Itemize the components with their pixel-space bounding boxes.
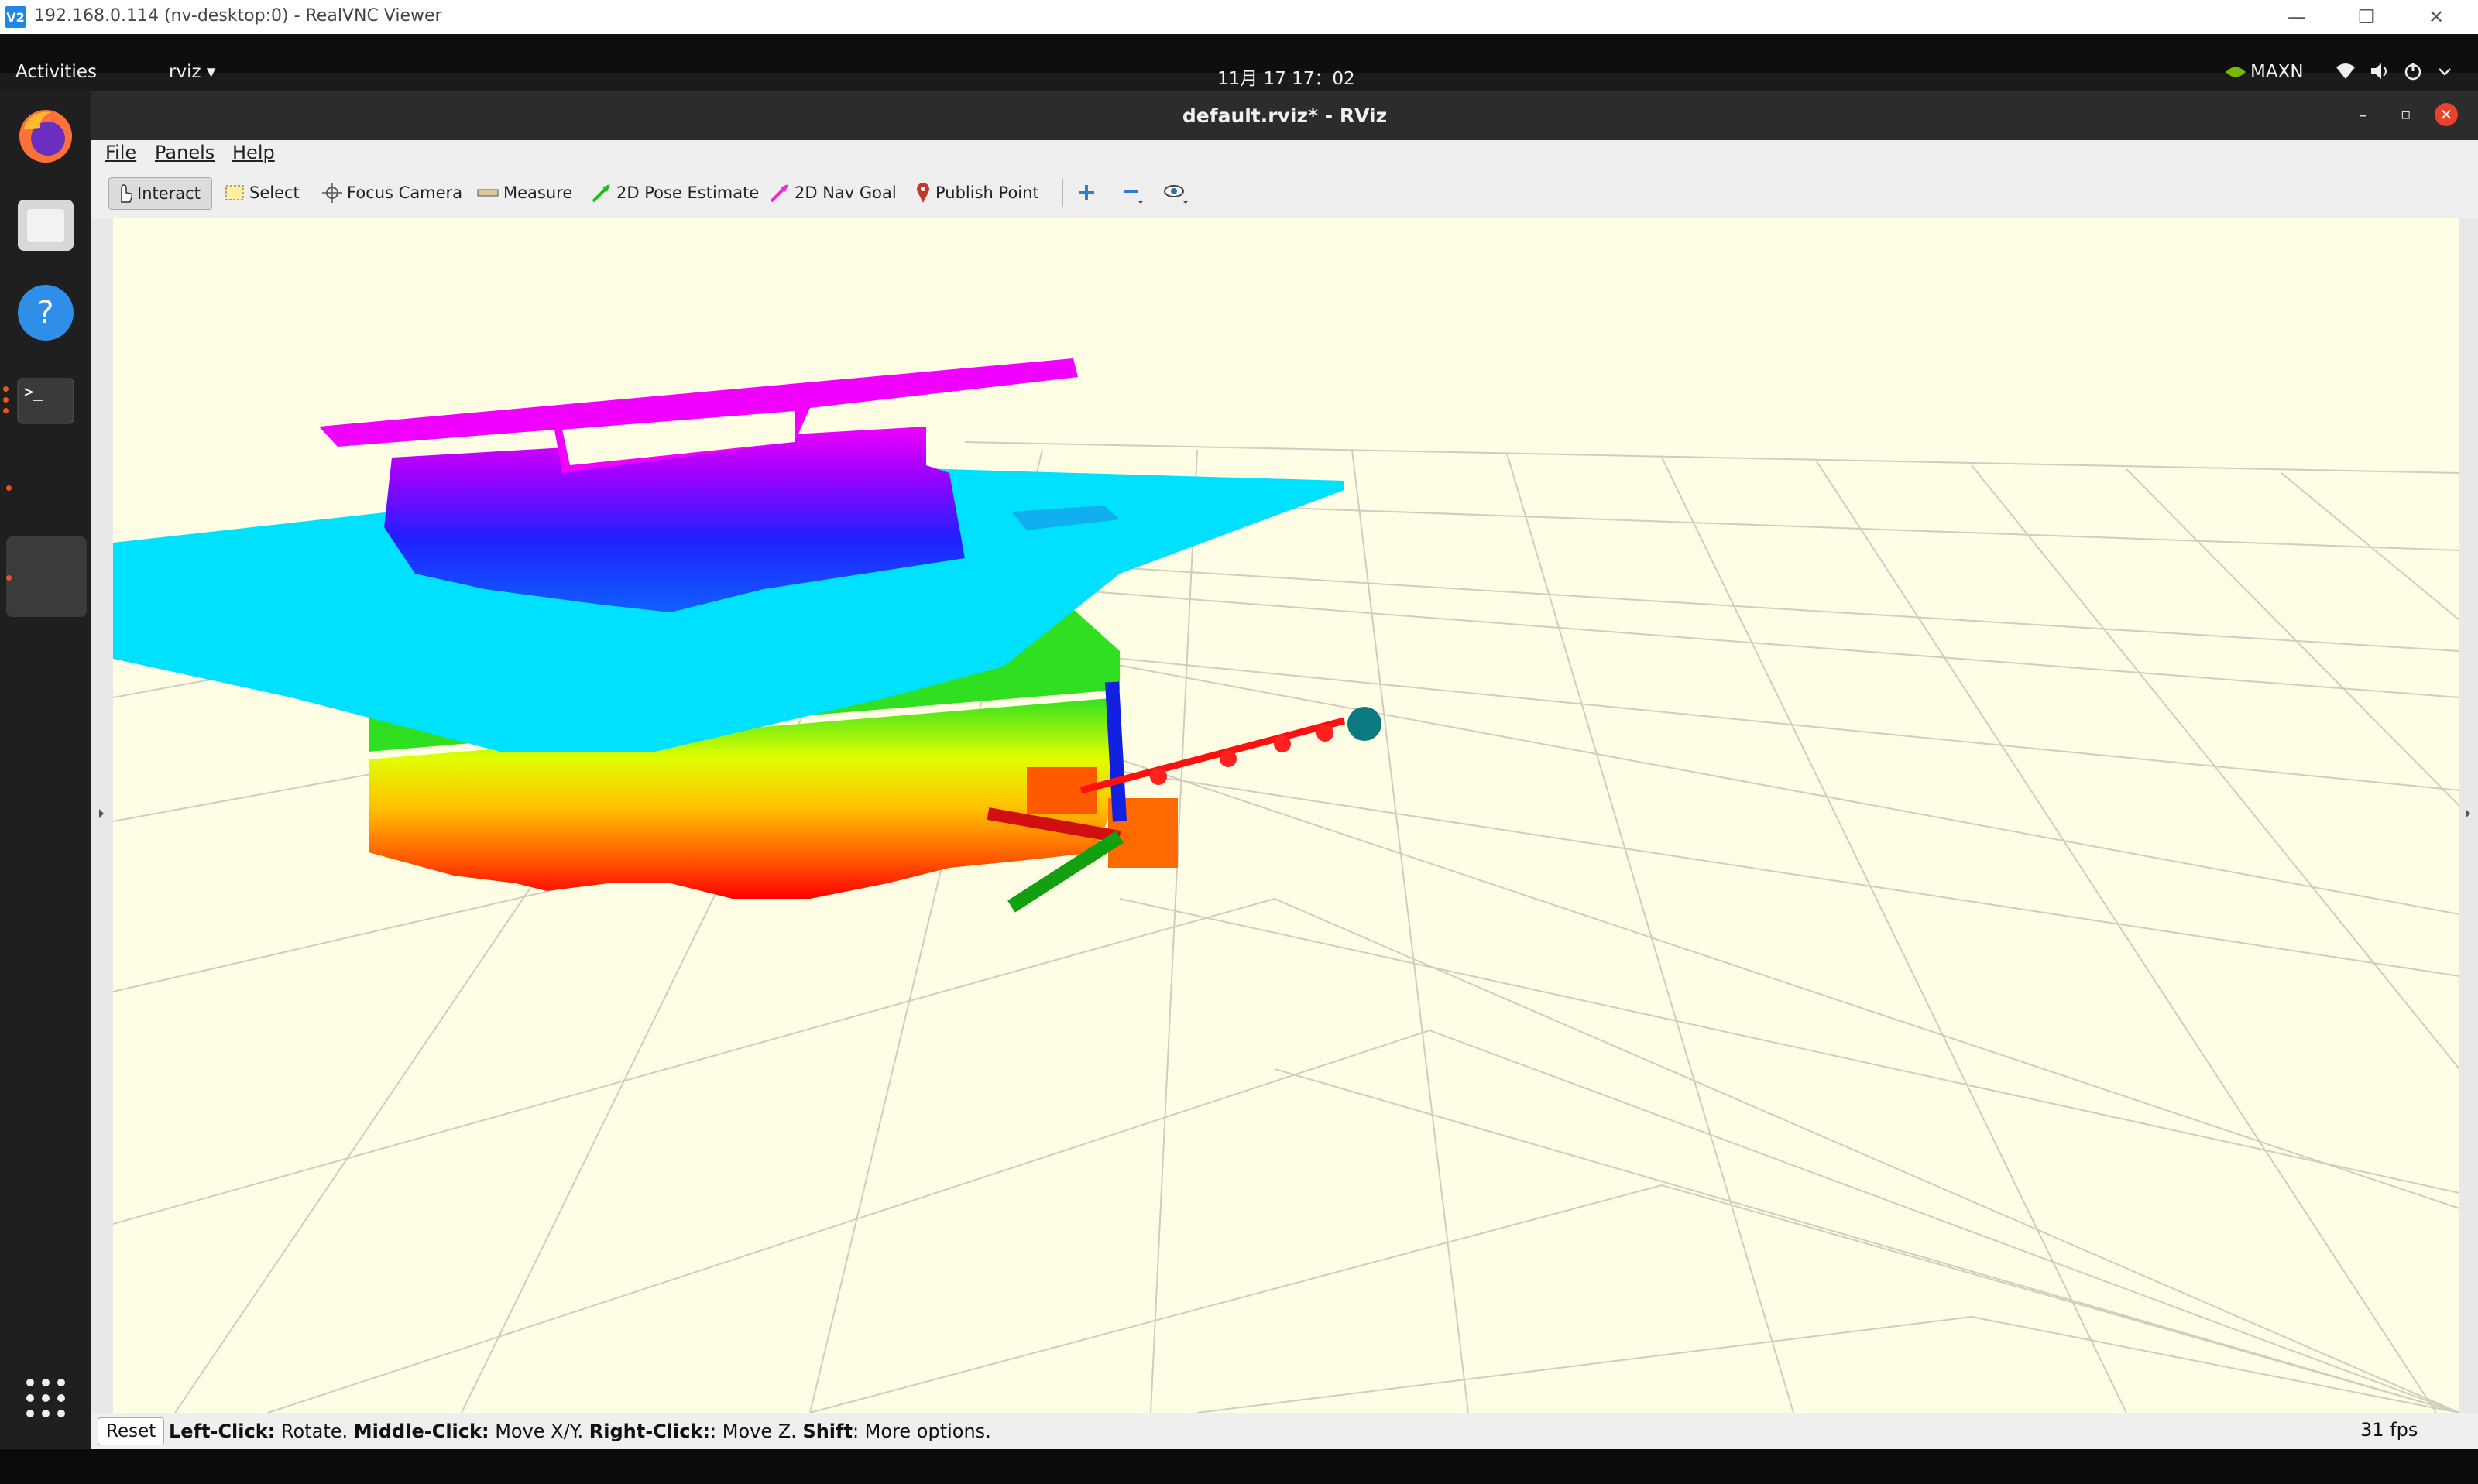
scene xyxy=(113,358,2459,1413)
power-mode-label: MAXN xyxy=(2250,62,2304,82)
status-area[interactable]: MAXN xyxy=(2224,62,2304,82)
files-icon xyxy=(18,200,74,251)
terminal-icon: >_ xyxy=(17,378,74,424)
plus-icon xyxy=(1079,185,1094,200)
menu-help[interactable]: Help xyxy=(232,142,275,163)
3d-render-view[interactable] xyxy=(113,218,2459,1413)
dock-help[interactable]: ? xyxy=(8,275,84,351)
tool-bar: Interact Select Focus Camera Measure 2D … xyxy=(91,168,2478,218)
menu-bar: File Panels Help xyxy=(91,140,2478,169)
view-tool-button[interactable] xyxy=(1163,177,1189,208)
right-dock-toggle-icon[interactable] xyxy=(2464,806,2473,821)
clock[interactable]: 11月 17 17：02 xyxy=(1217,63,1355,90)
vnc-restore-button[interactable]: ❐ xyxy=(2343,3,2390,31)
tool-interact[interactable]: Interact xyxy=(108,177,212,210)
hint-key: Shift xyxy=(802,1421,853,1442)
bottom-strip xyxy=(0,1449,2478,1484)
volume-icon xyxy=(2371,63,2387,79)
dock-firefox[interactable] xyxy=(8,98,84,174)
dock-rviz-active[interactable] xyxy=(6,536,87,617)
running-indicator xyxy=(3,408,9,413)
pink-arrow-icon xyxy=(770,184,788,203)
tool-label: Publish Point xyxy=(935,183,1039,202)
vnc-title-bar: V2 192.168.0.114 (nv-desktop:0) - RealVN… xyxy=(0,0,2478,34)
hint-text: Move X/Y. xyxy=(489,1421,589,1442)
tool-label: Select xyxy=(249,183,300,202)
interaction-hint: Left-Click: Rotate. Middle-Click: Move X… xyxy=(169,1421,991,1442)
toolbar-separator xyxy=(1062,179,1063,207)
minus-icon xyxy=(1124,190,1143,204)
left-dock-toggle-icon[interactable] xyxy=(98,806,107,821)
tool-label: Focus Camera xyxy=(347,183,463,202)
activities-button[interactable]: Activities xyxy=(15,62,97,82)
running-indicator xyxy=(6,485,12,491)
tool-2d-nav-goal[interactable]: 2D Nav Goal xyxy=(770,177,897,208)
vnc-minimize-button[interactable]: — xyxy=(2274,3,2320,31)
running-indicator xyxy=(3,397,9,403)
vnc-window-title: 192.168.0.114 (nv-desktop:0) - RealVNC V… xyxy=(34,6,442,26)
hint-text: Rotate. xyxy=(275,1421,354,1442)
tool-label: Measure xyxy=(503,183,573,202)
system-indicators[interactable] xyxy=(2336,62,2453,81)
chevron-down-icon xyxy=(2439,68,2451,76)
menu-file[interactable]: File xyxy=(105,142,136,163)
ruler-icon xyxy=(477,189,499,197)
reset-button[interactable]: Reset xyxy=(98,1417,165,1445)
tool-label: Interact xyxy=(137,184,201,203)
eye-icon xyxy=(1164,185,1188,204)
map-pin-icon xyxy=(917,183,929,203)
running-indicator xyxy=(6,575,12,581)
select-box-icon xyxy=(225,185,244,200)
dock-terminal[interactable]: >_ xyxy=(8,363,84,439)
hint-key: Right-Click: xyxy=(589,1421,711,1442)
svg-text:?: ? xyxy=(37,295,53,331)
rviz-window-title: default.rviz* - RViz xyxy=(1182,105,1388,127)
running-indicator xyxy=(3,386,9,392)
vnc-close-button[interactable]: ✕ xyxy=(2413,3,2459,31)
firefox-icon xyxy=(19,110,72,163)
add-tool-button[interactable] xyxy=(1076,177,1097,208)
app-menu-button[interactable]: rviz ▾ xyxy=(169,62,215,82)
rviz-title-bar: default.rviz* - RViz – ▫ ✕ xyxy=(91,91,2478,140)
power-icon xyxy=(2404,63,2421,81)
green-arrow-icon xyxy=(592,184,610,203)
rviz-minimize-button[interactable]: – xyxy=(2359,106,2367,125)
wifi-icon xyxy=(2336,63,2355,79)
tool-focus-camera[interactable]: Focus Camera xyxy=(322,177,462,208)
show-apps-icon xyxy=(26,1379,65,1417)
crosshair-icon xyxy=(322,183,342,203)
dock: ? >_ xyxy=(0,91,91,1449)
nvidia-icon xyxy=(2226,67,2246,77)
hand-icon xyxy=(121,184,132,203)
hint-key: Middle-Click: xyxy=(353,1421,489,1442)
tool-publish-point[interactable]: Publish Point xyxy=(915,177,1039,208)
hint-text: : Move Z. xyxy=(710,1421,803,1442)
tool-label: 2D Nav Goal xyxy=(795,183,897,202)
dock-files[interactable] xyxy=(8,187,84,262)
rviz-close-button[interactable]: ✕ xyxy=(2435,103,2458,126)
hint-key: Left-Click: xyxy=(169,1421,276,1442)
tool-select[interactable]: Select xyxy=(225,177,300,208)
svg-text:>_: >_ xyxy=(24,382,43,401)
status-bar: Reset Left-Click: Rotate. Middle-Click: … xyxy=(91,1413,2478,1449)
remove-tool-button[interactable] xyxy=(1121,177,1145,208)
hint-text: : More options. xyxy=(852,1421,991,1442)
fps-counter: 31 fps xyxy=(2360,1419,2418,1441)
dock-show-apps[interactable] xyxy=(8,1360,84,1436)
gnome-top-bar: Activities rviz ▾ 11月 17 17：02 MAXN xyxy=(0,34,2478,89)
help-icon: ? xyxy=(18,285,74,341)
tool-2d-pose-estimate[interactable]: 2D Pose Estimate xyxy=(592,177,759,208)
vnc-logo-icon: V2 xyxy=(5,6,26,28)
menu-panels[interactable]: Panels xyxy=(155,142,215,163)
tool-label: 2D Pose Estimate xyxy=(616,183,760,202)
rviz-restore-button[interactable]: ▫ xyxy=(2401,105,2411,123)
tool-measure[interactable]: Measure xyxy=(477,177,572,208)
